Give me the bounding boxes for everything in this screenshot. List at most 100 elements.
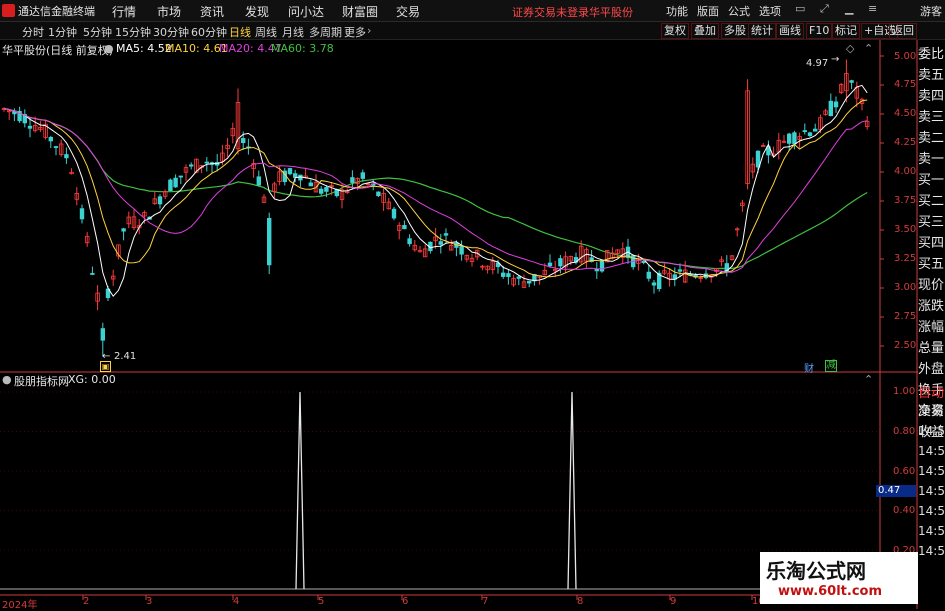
- ytick: 5.00: [894, 51, 917, 62]
- xtick: 5: [318, 596, 325, 607]
- ytick: 2.75: [894, 311, 917, 322]
- quote-label: 买四: [918, 236, 945, 251]
- candle-body: [256, 176, 261, 186]
- candle-body: [755, 150, 761, 168]
- candle-body: [287, 168, 293, 175]
- candle-body: [168, 179, 173, 192]
- quote-label: 卖四: [918, 89, 945, 104]
- low-label: 2.41: [114, 351, 137, 362]
- xg-signal: [567, 391, 577, 590]
- candle-body: [79, 208, 85, 220]
- quote-label: 买二: [918, 194, 945, 209]
- cai-marker[interactable]: 财: [804, 360, 814, 375]
- candle-body: [849, 80, 854, 83]
- candle-body: [641, 260, 646, 263]
- candle-body: [558, 258, 563, 267]
- candle-body: [833, 101, 839, 108]
- candle-body: [828, 100, 833, 117]
- quote-label: 卖二: [918, 131, 945, 146]
- ytick: 2.50: [894, 340, 917, 351]
- candle-body: [443, 233, 449, 236]
- quote-label: 涨幅: [918, 320, 945, 335]
- candle-body: [792, 132, 797, 144]
- kline-chart[interactable]: [0, 0, 945, 609]
- xg-signal: [295, 391, 305, 590]
- candle-body: [787, 133, 792, 144]
- quote-label: 涨跌: [918, 299, 945, 314]
- watermark: 乐淘公式网 www.60lt.com: [760, 552, 918, 604]
- ytick: 4.50: [894, 108, 917, 119]
- ind-ytick: 1.00: [893, 386, 916, 397]
- candle-body: [90, 273, 95, 275]
- candle-body: [53, 146, 59, 148]
- event-marker-icon[interactable]: ▣: [100, 361, 111, 372]
- candle-body: [802, 130, 807, 132]
- candle-body: [500, 272, 506, 277]
- candle-body: [807, 132, 813, 136]
- quote-label: 总量: [918, 341, 945, 356]
- ind-ytick: 0.60: [893, 466, 916, 477]
- ind-ytick: 0.40: [893, 505, 916, 516]
- xtick: 3: [146, 596, 153, 607]
- candle-body: [48, 136, 53, 142]
- xtick: 2: [83, 596, 90, 607]
- candle-body: [516, 276, 521, 279]
- xtick: 9: [670, 596, 677, 607]
- quote-label: 卖五: [918, 68, 945, 83]
- time-row: 14:56: [918, 484, 945, 498]
- candle-body: [646, 271, 651, 279]
- candle-body: [100, 328, 105, 341]
- candle-body: [360, 172, 365, 179]
- quote-label: 卖三: [918, 110, 945, 125]
- ytick: 3.25: [894, 253, 917, 264]
- candle-body: [292, 173, 298, 178]
- ytick: 4.75: [894, 79, 917, 90]
- candle-body: [318, 188, 324, 194]
- ytick: 3.00: [894, 282, 917, 293]
- high-arrow-icon: →: [831, 54, 840, 65]
- candle-body: [402, 225, 407, 230]
- candle-body: [651, 282, 657, 286]
- time-row: 14:56: [918, 524, 945, 538]
- candle-body: [547, 262, 553, 267]
- candle-body: [324, 187, 329, 192]
- quote-label: 委比: [918, 47, 945, 62]
- candle-body: [459, 246, 464, 255]
- quote-label: 买三: [918, 215, 945, 230]
- ytick: 4.25: [894, 137, 917, 148]
- candle-body: [677, 269, 683, 272]
- candle-body: [178, 175, 183, 178]
- candle-body: [240, 138, 246, 144]
- high-label: 4.97: [806, 58, 829, 69]
- time-row: 14:56: [918, 504, 945, 518]
- candle-body: [376, 191, 381, 197]
- jian-marker[interactable]: 减: [825, 360, 837, 372]
- candle-body: [188, 164, 194, 167]
- ytick: 4.00: [894, 166, 917, 177]
- watermark-title: 乐淘公式网: [766, 559, 866, 583]
- ind-ytick: 0.80: [893, 426, 916, 437]
- trade-label[interactable]: 交易: [918, 401, 945, 422]
- time-row: 14:56: [918, 544, 945, 558]
- time-row: 14:56: [918, 424, 945, 438]
- ytick: 3.50: [894, 224, 917, 235]
- xtick: 6: [402, 596, 409, 607]
- candle-body: [599, 260, 605, 272]
- time-row: 14:56: [918, 444, 945, 458]
- candle-body: [157, 196, 163, 205]
- quote-label: 卖一: [918, 152, 945, 167]
- candle-body: [391, 208, 397, 219]
- time-row: 14:56: [918, 464, 945, 478]
- quote-label: 现价: [918, 278, 945, 293]
- candle-body: [64, 154, 69, 159]
- watermark-url: www.60lt.com: [778, 584, 883, 599]
- candle-body: [438, 241, 443, 245]
- quote-label: 外盘: [918, 362, 945, 377]
- ma5-line: [3, 84, 868, 298]
- candle-body: [121, 228, 126, 232]
- xtick: 7: [482, 596, 489, 607]
- quote-panel: 委比 卖五 卖四 卖三 卖二 卖一 买一 买二 买三 买四 买五 现价 涨跌 涨…: [918, 40, 945, 609]
- candle-body: [813, 128, 818, 132]
- candle-body: [407, 238, 412, 245]
- candle-body: [266, 217, 272, 266]
